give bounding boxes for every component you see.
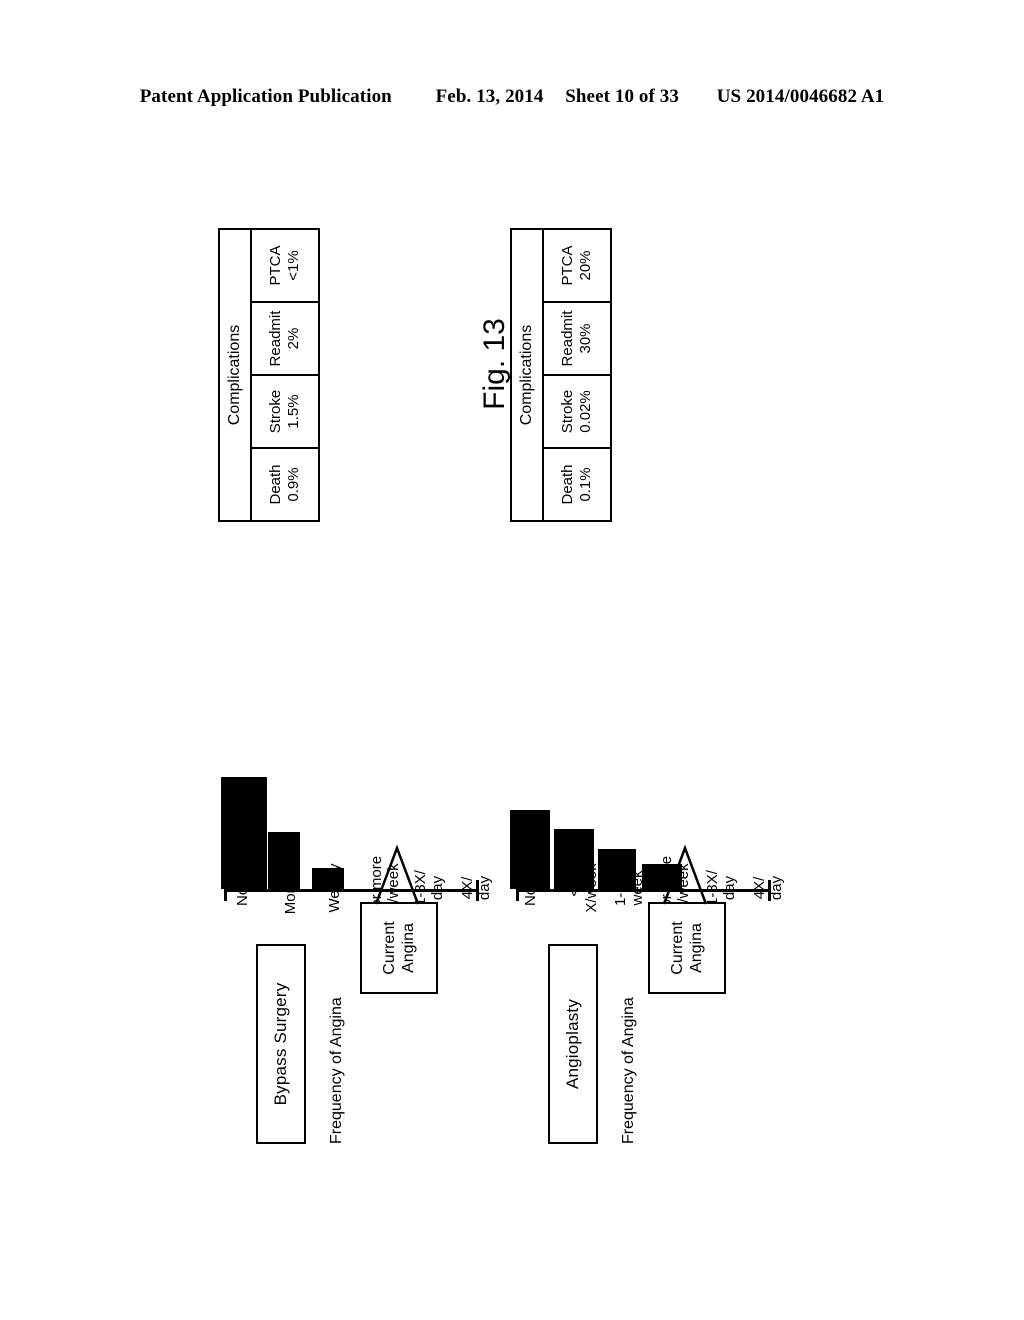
complication-label: Death (559, 464, 576, 505)
complication-cell-readmit: Readmit 2% (252, 301, 318, 374)
complication-cell-stroke: Stroke 1.5% (252, 374, 318, 447)
complication-label: Readmit (267, 310, 284, 367)
bar-weekly (312, 868, 344, 889)
complication-cell-stroke: Stroke 0.02% (544, 374, 610, 447)
procedure-title-label: Angioplasty (563, 998, 582, 1090)
callout-box: Current Angina (360, 902, 438, 994)
complication-label: Death (267, 464, 284, 505)
complication-cell-ptca: PTCA 20% (544, 230, 610, 301)
complications-header: Complications (220, 230, 252, 520)
complication-value: 30% (577, 323, 594, 354)
bar-chart-angioplasty: 4X/ day 1-3X/ day 3 or more X/week 1-2X/… (508, 544, 785, 920)
figure-13: Bypass Surgery Frequency of Angina 4X/ d… (192, 160, 832, 1160)
complication-label: Readmit (559, 310, 576, 367)
category-axis-line (516, 889, 771, 892)
bar-lt1-xweek (554, 829, 594, 889)
axis-title-bypass: Frequency of Angina (328, 997, 345, 1144)
figure-stage: Bypass Surgery Frequency of Angina 4X/ d… (0, 0, 1024, 1320)
axis-tick-end (768, 880, 771, 901)
complication-value: 2% (285, 327, 302, 350)
complications-header: Complications (512, 230, 544, 520)
category-axis-line (224, 889, 479, 892)
callout-line-2: Angina (688, 923, 705, 973)
complication-value: 0.02% (577, 390, 594, 433)
panel-angioplasty: Angioplasty Frequency of Angina 4X/ day … (502, 160, 787, 1160)
callout-line-2: Angina (400, 923, 417, 973)
figure-caption: Fig. 13 (478, 318, 511, 410)
complication-label: Stroke (559, 389, 576, 434)
callout-pointer-icon (662, 844, 708, 905)
procedure-title-label: Bypass Surgery (271, 982, 290, 1106)
axis-tick-end (476, 880, 479, 901)
complication-value: <1% (285, 250, 302, 281)
complication-label: Stroke (267, 389, 284, 434)
complication-cell-ptca: PTCA <1% (252, 230, 318, 301)
complications-table-bypass: Complications Death 0.9% Stroke 1.5% Rea… (218, 228, 320, 522)
procedure-title-box-bypass: Bypass Surgery (256, 944, 306, 1144)
complication-label: PTCA (267, 245, 284, 286)
bar-monthly (268, 832, 300, 889)
callout-pointer-icon (374, 844, 420, 905)
complication-label: PTCA (559, 245, 576, 286)
callout-box: Current Angina (648, 902, 726, 994)
complication-cell-death: Death 0.1% (544, 447, 610, 520)
bar-none (221, 777, 267, 889)
complication-value: 0.9% (285, 467, 302, 502)
axis-title-angioplasty: Frequency of Angina (620, 997, 637, 1144)
panel-bypass-surgery: Bypass Surgery Frequency of Angina 4X/ d… (210, 160, 495, 1160)
procedure-title-box-angioplasty: Angioplasty (548, 944, 598, 1144)
callout-line-1: Current (381, 921, 398, 975)
complications-cells: Death 0.9% Stroke 1.5% Readmit 2% PTCA <… (252, 230, 318, 520)
callout-line-1: Current (669, 921, 686, 975)
complication-cell-readmit: Readmit 30% (544, 301, 610, 374)
bar-chart-bypass: 4X/ day 1-3X/ day 3 or more X/week Weekl… (216, 544, 493, 920)
complications-table-angioplasty: Complications Death 0.1% Stroke 0.02% Re… (510, 228, 612, 522)
bar-1-2x-week (598, 849, 636, 889)
complication-value: 20% (577, 250, 594, 281)
complications-cells: Death 0.1% Stroke 0.02% Readmit 30% PTCA… (544, 230, 610, 520)
complication-cell-death: Death 0.9% (252, 447, 318, 520)
complication-value: 1.5% (285, 394, 302, 429)
bar-none (510, 810, 550, 889)
complication-value: 0.1% (577, 467, 594, 502)
